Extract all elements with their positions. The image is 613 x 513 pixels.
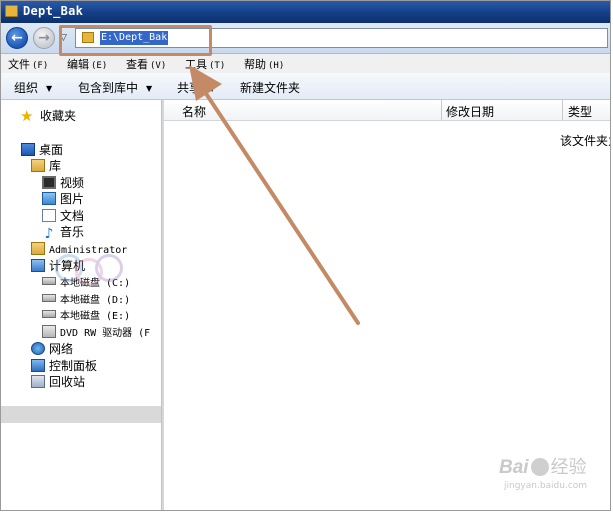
annotation-arrow-icon	[189, 65, 360, 325]
baidu-watermark: Bai 经验	[499, 457, 587, 478]
watermark-url: jingyan.baidu.com	[504, 481, 588, 491]
explorer-window: Dept_Bak ← → ▽ E:\Dept_Bak 文件 (F) 编辑 (E) 查…	[0, 0, 611, 511]
baidu-paw-icon	[530, 458, 549, 476]
